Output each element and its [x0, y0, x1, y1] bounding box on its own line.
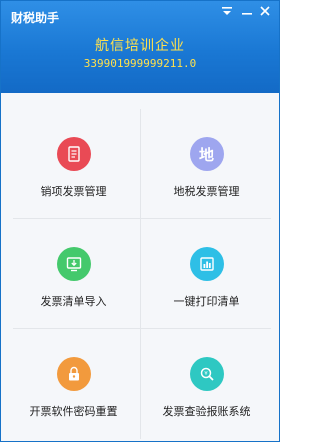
tile-label: 发票查验报账系统: [162, 405, 251, 418]
minimize-icon[interactable]: [239, 5, 255, 19]
close-icon[interactable]: [257, 5, 273, 19]
tile-label: 一键打印清单: [173, 295, 240, 308]
function-grid: 销项发票管理 地 地税发票管理 发票清单导入 一键打印清单 开票软件密码重置 ¥…: [7, 109, 273, 439]
company-name: 航信培训企业: [95, 38, 185, 54]
tile-label: 发票清单导入: [40, 295, 107, 308]
tile-invoice-list-import[interactable]: 发票清单导入: [7, 219, 140, 329]
tile-invoice-verification-system[interactable]: ¥ 发票查验报账系统: [140, 329, 273, 439]
lock-icon: [56, 357, 91, 391]
import-icon: [56, 247, 91, 281]
tile-label: 销项发票管理: [40, 185, 107, 198]
app-title: 财税助手: [11, 11, 60, 25]
tile-label: 地税发票管理: [173, 185, 240, 198]
tax-id: 339901999999211.0: [83, 57, 197, 70]
app-window: 财税助手 航信培训企业 339901999999211.0 销项发票管理 地 地…: [0, 0, 280, 442]
search-invoice-icon: ¥: [189, 357, 224, 391]
tile-one-click-print-list[interactable]: 一键打印清单: [140, 219, 273, 329]
print-list-icon: [189, 247, 224, 281]
invoice-icon: [56, 137, 91, 171]
dropdown-menu-icon[interactable]: [219, 5, 235, 19]
local-tax-icon: 地: [189, 137, 224, 171]
tile-billing-software-password-reset[interactable]: 开票软件密码重置: [7, 329, 140, 439]
header: 财税助手 航信培训企业 339901999999211.0: [1, 1, 279, 93]
tile-local-tax-invoice-management[interactable]: 地 地税发票管理: [140, 109, 273, 219]
tile-label: 开票软件密码重置: [29, 405, 118, 418]
tile-sales-invoice-management[interactable]: 销项发票管理: [7, 109, 140, 219]
svg-text:¥: ¥: [204, 371, 208, 377]
